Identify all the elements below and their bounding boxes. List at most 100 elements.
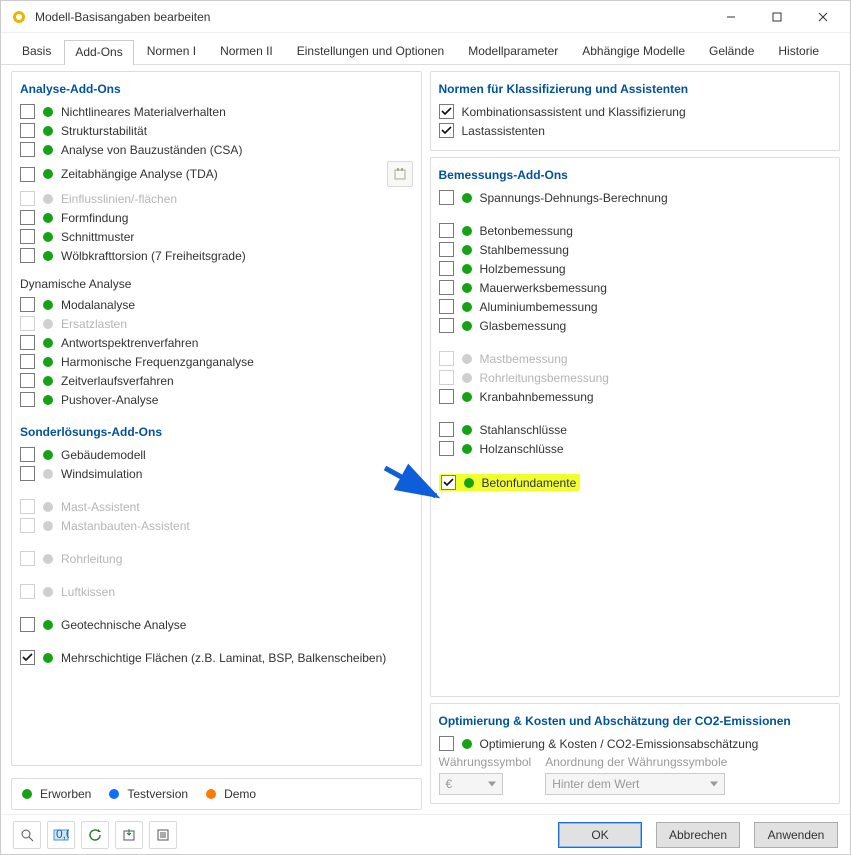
checkbox[interactable] [441,475,456,490]
checkbox[interactable] [439,261,454,276]
checkbox[interactable] [20,466,35,481]
ok-button[interactable]: OK [558,822,642,848]
tab-normen2[interactable]: Normen II [209,39,284,64]
checkbox[interactable] [439,190,454,205]
close-button[interactable] [800,2,846,32]
checkbox-row[interactable]: Pushover-Analyse [20,392,413,407]
checkbox-row[interactable]: Antwortspektrenverfahren [20,335,413,350]
checkbox-label: Harmonische Frequenzganganalyse [61,355,254,369]
checkbox[interactable] [20,392,35,407]
checkbox-row[interactable]: Holzanschlüsse [439,441,832,456]
checkbox-row[interactable]: Aluminiumbemessung [439,299,832,314]
checkbox[interactable] [439,280,454,295]
checkbox-row[interactable]: Geotechnische Analyse [20,617,413,632]
checkbox-row[interactable]: Nichtlineares Materialverhalten [20,104,413,119]
dot-icon [43,502,53,512]
tab-terrain[interactable]: Gelände [698,39,765,64]
checkbox[interactable] [20,373,35,388]
checkbox-row[interactable]: Betonfundamente [439,474,581,491]
checkbox[interactable] [20,447,35,462]
checkbox[interactable] [20,104,35,119]
tool-precision-icon[interactable]: 0,00 [47,821,75,849]
checkbox-row[interactable]: Kombinationsassistent und Klassifizierun… [439,104,832,119]
checkbox-row[interactable]: Mehrschichtige Flächen (z.B. Laminat, BS… [20,650,413,665]
dot-icon [43,469,53,479]
tab-basis[interactable]: Basis [11,39,62,64]
checkbox[interactable] [20,123,35,138]
checkbox-row[interactable]: Wölbkrafttorsion (7 Freiheitsgrade) [20,248,413,263]
maximize-button[interactable] [754,2,800,32]
checkbox-label: Gebäudemodell [61,448,146,462]
dot-icon [462,245,472,255]
tab-depmodels[interactable]: Abhängige Modelle [571,39,696,64]
checkbox-row[interactable]: Windsimulation [20,466,413,481]
checkbox-row[interactable]: Gebäudemodell [20,447,413,462]
checkbox[interactable] [439,422,454,437]
checkbox [20,499,35,514]
currency-select[interactable]: € [439,773,503,795]
tab-modelparam[interactable]: Modellparameter [457,39,569,64]
checkbox [20,191,35,206]
checkbox[interactable] [20,229,35,244]
cancel-button[interactable]: Abbrechen [656,822,740,848]
checkbox[interactable] [439,299,454,314]
checkbox-row[interactable]: Kranbahnbemessung [439,389,832,404]
checkbox-label: Betonfundamente [482,476,577,490]
section-title: Bemessungs-Add-Ons [439,168,832,182]
checkbox [439,351,454,366]
checkbox-row[interactable]: Analyse von Bauzuständen (CSA) [20,142,413,157]
checkbox-row[interactable]: Schnittmuster [20,229,413,244]
checkbox-row[interactable]: Lastassistenten [439,123,832,138]
checkbox[interactable] [439,736,454,751]
checkbox-row[interactable]: Holzbemessung [439,261,832,276]
checkbox-row[interactable]: Strukturstabilität [20,123,413,138]
checkbox[interactable] [20,650,35,665]
checkbox[interactable] [20,335,35,350]
checkbox[interactable] [439,242,454,257]
checkbox[interactable] [439,389,454,404]
checkbox[interactable] [439,104,454,119]
checkbox[interactable] [20,142,35,157]
tool-import-icon[interactable] [115,821,143,849]
tool-list-icon[interactable] [149,821,177,849]
checkbox-row[interactable]: Stahlanschlüsse [439,422,832,437]
minimize-button[interactable] [708,2,754,32]
checkbox[interactable] [20,248,35,263]
checkbox[interactable] [439,123,454,138]
checkbox-row[interactable]: Harmonische Frequenzganganalyse [20,354,413,369]
dot-icon [462,302,472,312]
checkbox-row[interactable]: Zeitverlaufsverfahren [20,373,413,388]
checkbox[interactable] [439,318,454,333]
checkbox-row[interactable]: Modalanalyse [20,297,413,312]
checkbox-row[interactable]: Formfindung [20,210,413,225]
checkbox[interactable] [20,297,35,312]
checkbox[interactable] [20,210,35,225]
checkbox-row[interactable]: Mauerwerksbemessung [439,280,832,295]
apply-button[interactable]: Anwenden [754,822,838,848]
checkbox[interactable] [20,354,35,369]
dot-icon [462,193,472,203]
field-label: Anordnung der Währungssymbole [545,755,727,769]
dot-icon [43,653,53,663]
checkbox-label: Analyse von Bauzuständen (CSA) [61,143,242,157]
tab-options[interactable]: Einstellungen und Optionen [286,39,455,64]
checkbox-row[interactable]: Spannungs-Dehnungs-Berechnung [439,190,832,205]
tool-search-icon[interactable] [13,821,41,849]
checkbox-row[interactable]: Zeitabhängige Analyse (TDA) [20,161,413,187]
tab-history[interactable]: Historie [767,39,830,64]
panel-norms: Normen für Klassifizierung und Assistent… [430,71,841,151]
tab-normen1[interactable]: Normen I [136,39,207,64]
checkbox-row[interactable]: Stahlbemessung [439,242,832,257]
checkbox-row[interactable]: Glasbemessung [439,318,832,333]
checkbox[interactable] [20,167,35,182]
checkbox[interactable] [439,441,454,456]
currency-order-select[interactable]: Hinter dem Wert [545,773,725,795]
checkbox-row[interactable]: Betonbemessung [439,223,832,238]
dot-icon [43,587,53,597]
checkbox[interactable] [439,223,454,238]
checkbox-row[interactable]: Optimierung & Kosten / CO2-Emissionsabsc… [439,736,832,751]
tab-addons[interactable]: Add-Ons [64,40,133,65]
info-icon[interactable] [387,161,413,187]
tool-reset-icon[interactable] [81,821,109,849]
checkbox[interactable] [20,617,35,632]
